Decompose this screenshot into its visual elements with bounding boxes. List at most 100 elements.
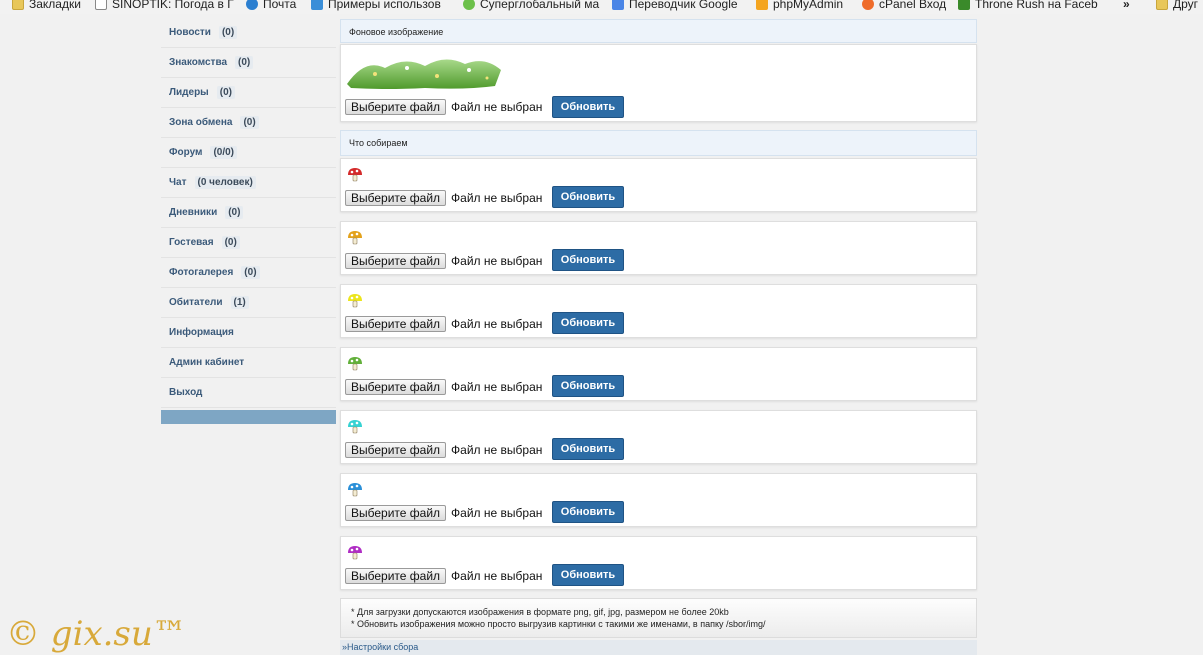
update-button[interactable]: Обновить xyxy=(552,375,624,397)
choose-file-button[interactable]: Выберите файл xyxy=(345,442,447,458)
count-badge: (0 человек) xyxy=(194,176,256,189)
folder-icon xyxy=(1156,0,1168,10)
update-button[interactable]: Обновить xyxy=(552,312,624,334)
choose-file-button[interactable]: Выберите файл xyxy=(345,568,447,584)
sidebar-item-photos[interactable]: Фотогалерея (0) xyxy=(161,258,336,288)
sidebar-item-logout[interactable]: Выход xyxy=(161,378,336,408)
grass-background-image xyxy=(347,59,501,89)
update-button[interactable]: Обновить xyxy=(552,564,624,586)
count-badge: (0) xyxy=(241,266,260,279)
sidebar-wave-decoration xyxy=(161,410,336,424)
mushroom-icon xyxy=(348,483,362,497)
background-section-header: Фоновое изображение xyxy=(340,19,977,43)
translate-icon xyxy=(612,0,624,10)
sidebar-item-dating[interactable]: Знакомства (0) xyxy=(161,48,336,78)
bookmark-examples[interactable]: Примеры использов xyxy=(311,0,441,12)
no-file-label: Файл не выбран xyxy=(451,506,543,520)
mushroom-icon xyxy=(348,294,362,308)
item-panel-orange: Выберите файл Файл не выбран Обновить xyxy=(340,221,977,275)
update-button[interactable]: Обновить xyxy=(552,249,624,271)
mail-icon xyxy=(246,0,258,10)
upload-notes: * Для загрузки допускаются изображения в… xyxy=(340,598,977,638)
count-badge: (0) xyxy=(221,236,240,249)
file-picker: Выберите файл Файл не выбран xyxy=(345,505,542,521)
count-badge: (0) xyxy=(225,206,244,219)
bookmark-other-folder[interactable]: Друг xyxy=(1156,0,1198,12)
choose-file-button[interactable]: Выберите файл xyxy=(345,190,447,206)
sidebar-item-guestbook[interactable]: Гостевая (0) xyxy=(161,228,336,258)
mushroom-icon xyxy=(348,546,362,560)
item-panel-cyan: Выберите файл Файл не выбран Обновить xyxy=(340,410,977,464)
item-panel-yellow: Выберите файл Файл не выбран Обновить xyxy=(340,284,977,338)
sidebar-item-admin[interactable]: Админ кабинет xyxy=(161,348,336,378)
choose-file-button[interactable]: Выберите файл xyxy=(345,505,447,521)
footer-bar: »Настройки сбора xyxy=(340,640,977,655)
no-file-label: Файл не выбран xyxy=(451,191,543,205)
count-badge: (0/0) xyxy=(210,146,238,159)
update-button[interactable]: Обновить xyxy=(552,96,624,118)
w-site-icon xyxy=(311,0,323,10)
background-file-picker: Выберите файл Файл не выбран xyxy=(345,99,542,115)
bookmarks-bar: Закладки SINOPTIK: Погода в Г Почта Прим… xyxy=(0,0,1203,14)
bookmark-phpmyadmin[interactable]: phpMyAdmin xyxy=(756,0,843,12)
collect-section-header: Что собираем xyxy=(340,130,977,156)
mushroom-icon xyxy=(348,420,362,434)
folder-icon xyxy=(12,0,24,10)
bookmark-throne-rush[interactable]: Throne Rush на Faceb xyxy=(958,0,1098,12)
sidebar-item-leaders[interactable]: Лидеры (0) xyxy=(161,78,336,108)
mushroom-icon xyxy=(348,357,362,371)
file-picker: Выберите файл Файл не выбран xyxy=(345,442,542,458)
update-button[interactable]: Обновить xyxy=(552,501,624,523)
choose-file-button[interactable]: Выберите файл xyxy=(345,316,447,332)
cpanel-icon xyxy=(862,0,874,10)
count-badge: (0) xyxy=(218,26,238,39)
update-button[interactable]: Обновить xyxy=(552,186,624,208)
thermometer-icon xyxy=(95,0,107,10)
item-panel-blue: Выберите файл Файл не выбран Обновить xyxy=(340,473,977,527)
mushroom-icon xyxy=(348,168,362,182)
bookmarks-overflow-button[interactable]: » xyxy=(1123,0,1130,12)
count-badge: (0) xyxy=(216,86,235,99)
update-button[interactable]: Обновить xyxy=(552,438,624,460)
count-badge: (1) xyxy=(230,296,249,309)
no-file-label: Файл не выбран xyxy=(451,317,543,331)
item-panel-purple: Выберите файл Файл не выбран Обновить xyxy=(340,536,977,590)
bookmark-google-translate[interactable]: Переводчик Google xyxy=(612,0,738,12)
choose-file-button[interactable]: Выберите файл xyxy=(345,99,447,115)
file-picker: Выберите файл Файл не выбран xyxy=(345,568,542,584)
file-picker: Выберите файл Файл не выбран xyxy=(345,316,542,332)
sidebar-item-news[interactable]: Новости (0) xyxy=(161,18,336,48)
no-file-label: Файл не выбран xyxy=(451,569,543,583)
sidebar-item-forum[interactable]: Форум (0/0) xyxy=(161,138,336,168)
sidebar-item-chat[interactable]: Чат (0 человек) xyxy=(161,168,336,198)
choose-file-button[interactable]: Выберите файл xyxy=(345,379,447,395)
count-badge: (0) xyxy=(240,116,259,129)
file-picker: Выберите файл Файл не выбран xyxy=(345,379,542,395)
item-panel-red: Выберите файл Файл не выбран Обновить xyxy=(340,158,977,212)
sidebar-nav: Новости (0) Знакомства (0) Лидеры (0) Зона … xyxy=(161,18,336,424)
sidebar-item-residents[interactable]: Обитатели (1) xyxy=(161,288,336,318)
file-picker: Выберите файл Файл не выбран xyxy=(345,253,542,269)
collect-settings-link[interactable]: »Настройки сбора xyxy=(342,642,418,652)
main-content: Фоновое изображение Выберите файл Файл н… xyxy=(338,14,979,655)
no-file-label: Файл не выбран xyxy=(451,380,543,394)
bookmark-sinoptik[interactable]: SINOPTIK: Погода в Г xyxy=(95,0,234,12)
choose-file-button[interactable]: Выберите файл xyxy=(345,253,447,269)
sidebar-item-exchange[interactable]: Зона обмена (0) xyxy=(161,108,336,138)
mushroom-icon xyxy=(348,231,362,245)
sidebar-item-diaries[interactable]: Дневники (0) xyxy=(161,198,336,228)
no-file-label: Файл не выбран xyxy=(451,254,543,268)
no-file-label: Файл не выбран xyxy=(451,100,543,114)
checkmark-icon xyxy=(463,0,475,10)
bookmark-folder[interactable]: Закладки xyxy=(12,0,81,12)
bookmark-mail[interactable]: Почта xyxy=(246,0,296,12)
background-panel: Выберите файл Файл не выбран Обновить xyxy=(340,44,977,122)
note-line: * Обновить изображения можно просто выгр… xyxy=(351,619,766,629)
pma-icon xyxy=(756,0,768,10)
bookmark-superglobal[interactable]: Суперглобальный ма xyxy=(463,0,599,12)
no-file-label: Файл не выбран xyxy=(451,443,543,457)
copyright-watermark: © gix.su™ xyxy=(6,614,187,654)
sidebar-item-info[interactable]: Информация xyxy=(161,318,336,348)
note-line: * Для загрузки допускаются изображения в… xyxy=(351,607,729,617)
bookmark-cpanel[interactable]: cPanel Вход xyxy=(862,0,946,12)
